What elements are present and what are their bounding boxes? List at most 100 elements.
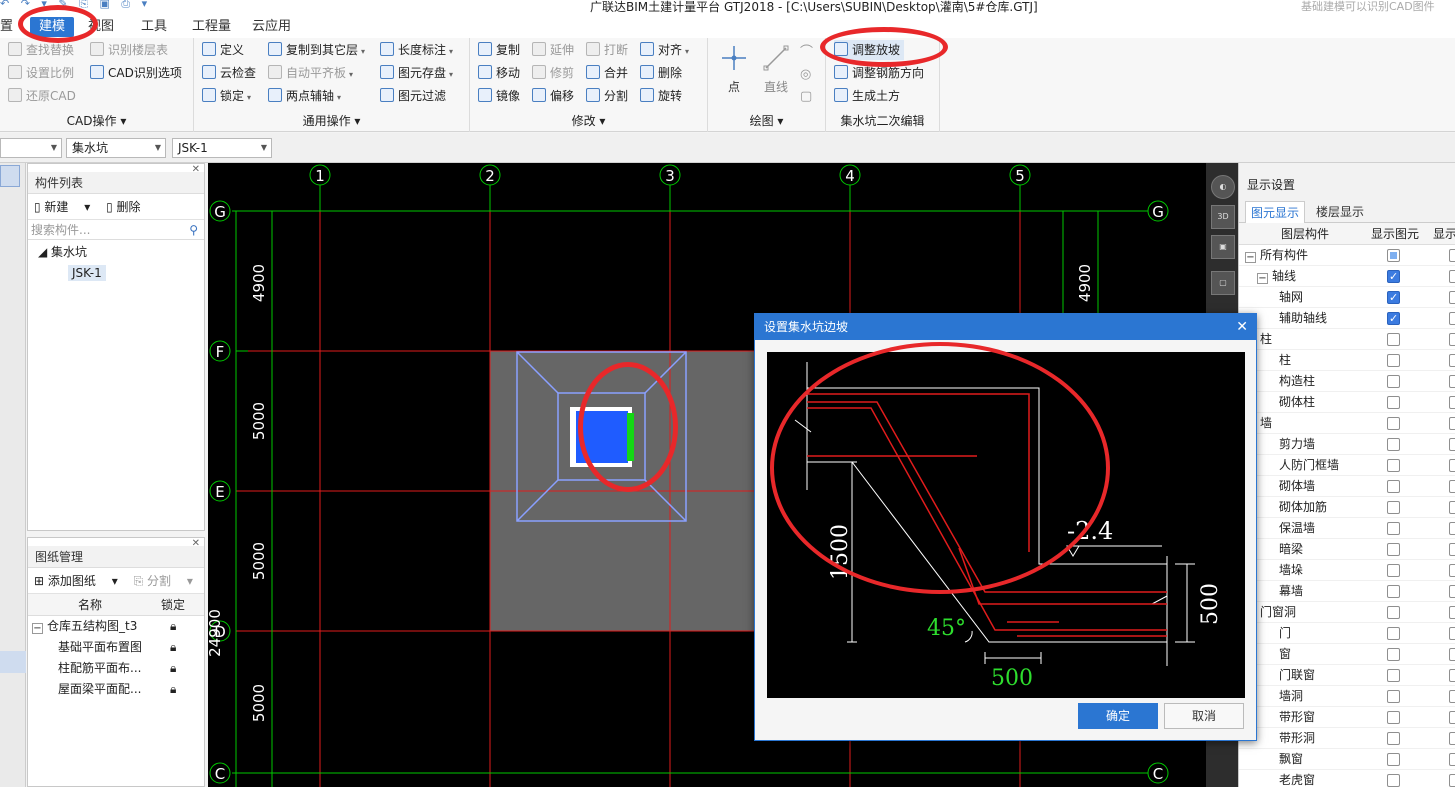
tab-tools[interactable]: 工具 <box>141 17 167 37</box>
show-element-checkbox[interactable] <box>1387 333 1400 346</box>
show-name-checkbox[interactable] <box>1449 522 1455 535</box>
split-button[interactable]: 分割 <box>586 86 628 106</box>
show-element-checkbox[interactable] <box>1387 375 1400 388</box>
lock-icon[interactable]: 🔒︎ <box>170 679 176 700</box>
extend-button[interactable]: 延伸 <box>532 40 574 60</box>
show-element-checkbox[interactable] <box>1387 648 1400 661</box>
drawing-row[interactable]: − 仓库五结构图_t3 🔒︎ <box>28 616 204 637</box>
show-name-checkbox[interactable] <box>1449 774 1455 787</box>
show-name-checkbox[interactable] <box>1449 711 1455 724</box>
layer-row[interactable]: 砌体加筋 <box>1239 497 1455 518</box>
draw-group-label[interactable]: 绘图 ▾ <box>708 112 825 129</box>
layer-row[interactable]: 飘窗 <box>1239 749 1455 770</box>
3d-view-icon[interactable]: 3D <box>1211 205 1235 229</box>
layer-row[interactable]: 柱 <box>1239 350 1455 371</box>
layer-row[interactable]: 窗 <box>1239 644 1455 665</box>
show-element-checkbox[interactable] <box>1387 354 1400 367</box>
top-view-icon[interactable]: ▣ <box>1211 235 1235 259</box>
align-button[interactable]: 对齐 ▾ <box>640 40 689 60</box>
drawing-row[interactable]: 基础平面布置图 🔒︎ <box>28 637 204 658</box>
layer-row[interactable]: 门联窗 <box>1239 665 1455 686</box>
floor-select[interactable]: ▼ <box>0 138 62 158</box>
layer-row[interactable]: 墙垛 <box>1239 560 1455 581</box>
layer-row[interactable]: 轴网 <box>1239 287 1455 308</box>
close-icon[interactable]: ✕ <box>192 538 200 549</box>
show-element-checkbox[interactable] <box>1387 774 1400 787</box>
tree-category-sump[interactable]: ◢ 集水坑 <box>28 242 204 263</box>
show-name-checkbox[interactable] <box>1449 270 1455 283</box>
tab-view[interactable]: 视图 <box>88 17 114 37</box>
general-group-label[interactable]: 通用操作 ▾ <box>194 112 469 129</box>
show-name-checkbox[interactable] <box>1449 648 1455 661</box>
ok-button[interactable]: 确定 <box>1078 703 1158 729</box>
layer-row[interactable]: 保温墙 <box>1239 518 1455 539</box>
element-filter-button[interactable]: 图元过滤 <box>380 86 446 106</box>
copy-to-floor-button[interactable]: 复制到其它层 ▾ <box>268 40 365 60</box>
show-element-checkbox[interactable] <box>1387 308 1400 329</box>
layer-row[interactable]: 辅助轴线 <box>1239 308 1455 329</box>
delete-component-button[interactable]: ▯ 删除 <box>106 200 152 214</box>
show-name-checkbox[interactable] <box>1449 501 1455 514</box>
quick-access-icons[interactable]: ↶ ↷ ▾ ✎ ⎘ ▣ ⎙ ▾ <box>0 0 151 11</box>
show-name-checkbox[interactable] <box>1449 627 1455 640</box>
restore-cad-button[interactable]: 还原CAD <box>8 86 76 106</box>
show-name-checkbox[interactable] <box>1449 690 1455 703</box>
tab-settings[interactable]: 置 <box>0 17 13 37</box>
two-point-axis-button[interactable]: 两点辅轴 ▾ <box>268 86 341 106</box>
cad-options-button[interactable]: CAD识别选项 <box>90 63 182 83</box>
close-icon[interactable]: ✕ <box>192 164 200 175</box>
draw-shape-icons[interactable]: ⌒ ◎ ▢ <box>800 42 813 108</box>
show-name-checkbox[interactable] <box>1449 354 1455 367</box>
show-name-checkbox[interactable] <box>1449 732 1455 745</box>
mirror-button[interactable]: 镜像 <box>478 86 520 106</box>
auto-level-slab-button[interactable]: 自动平齐板 ▾ <box>268 63 353 83</box>
lock-icon[interactable]: 🔒︎ <box>170 658 176 679</box>
cube-view-icon[interactable]: ▢ <box>1211 271 1235 295</box>
show-element-checkbox[interactable] <box>1387 501 1400 514</box>
split-drawing-button[interactable]: ⎘ 分割 ▾ <box>134 574 193 588</box>
close-icon[interactable]: ✕ <box>1236 314 1248 340</box>
cloud-check-button[interactable]: 云检查 <box>202 63 256 83</box>
show-name-checkbox[interactable] <box>1449 669 1455 682</box>
show-element-checkbox[interactable] <box>1387 287 1400 308</box>
layer-row[interactable]: −门窗洞 <box>1239 602 1455 623</box>
break-button[interactable]: 打断 <box>586 40 628 60</box>
show-name-checkbox[interactable] <box>1449 564 1455 577</box>
tab-floor-display[interactable]: 楼层显示 <box>1311 201 1369 223</box>
show-element-checkbox[interactable] <box>1387 543 1400 556</box>
show-name-checkbox[interactable] <box>1449 375 1455 388</box>
show-name-checkbox[interactable] <box>1449 417 1455 430</box>
add-drawing-button[interactable]: ⊞ 添加图纸 ▾ <box>34 574 118 588</box>
show-element-checkbox[interactable] <box>1387 753 1400 766</box>
expand-toggle-icon[interactable]: − <box>1245 252 1256 263</box>
layer-row[interactable]: 老虎窗 <box>1239 770 1455 787</box>
show-element-checkbox[interactable] <box>1387 480 1400 493</box>
layer-row[interactable]: 幕墙 <box>1239 581 1455 602</box>
layer-row[interactable]: 人防门框墙 <box>1239 455 1455 476</box>
show-name-checkbox[interactable] <box>1449 753 1455 766</box>
show-element-checkbox[interactable] <box>1387 417 1400 430</box>
show-name-checkbox[interactable] <box>1449 459 1455 472</box>
length-dimension-button[interactable]: 长度标注 ▾ <box>380 40 453 60</box>
lock-button[interactable]: 锁定 ▾ <box>202 86 251 106</box>
show-name-checkbox[interactable] <box>1449 333 1455 346</box>
show-element-checkbox[interactable] <box>1387 438 1400 451</box>
show-name-checkbox[interactable] <box>1449 543 1455 556</box>
identify-floor-table-button[interactable]: 识别楼层表 <box>90 40 168 60</box>
layer-row[interactable]: −柱 <box>1239 329 1455 350</box>
lock-icon[interactable]: 🔒︎ <box>170 616 176 637</box>
show-name-checkbox[interactable] <box>1449 480 1455 493</box>
component-type-select[interactable]: 集水坑 ▼ <box>66 138 166 158</box>
move-button[interactable]: 移动 <box>478 63 520 83</box>
show-element-checkbox[interactable] <box>1387 459 1400 472</box>
copy-button[interactable]: 复制 <box>478 40 520 60</box>
show-element-checkbox[interactable] <box>1387 396 1400 409</box>
define-button[interactable]: 定义 <box>202 40 244 60</box>
show-name-checkbox[interactable] <box>1449 585 1455 598</box>
rotate-button[interactable]: 旋转 <box>640 86 682 106</box>
layer-row[interactable]: 剪力墙 <box>1239 434 1455 455</box>
nav-tree-icon[interactable] <box>0 165 20 187</box>
show-name-checkbox[interactable] <box>1449 606 1455 619</box>
component-search-input[interactable]: 搜索构件... ⚲ <box>28 220 204 240</box>
show-element-checkbox[interactable] <box>1387 669 1400 682</box>
